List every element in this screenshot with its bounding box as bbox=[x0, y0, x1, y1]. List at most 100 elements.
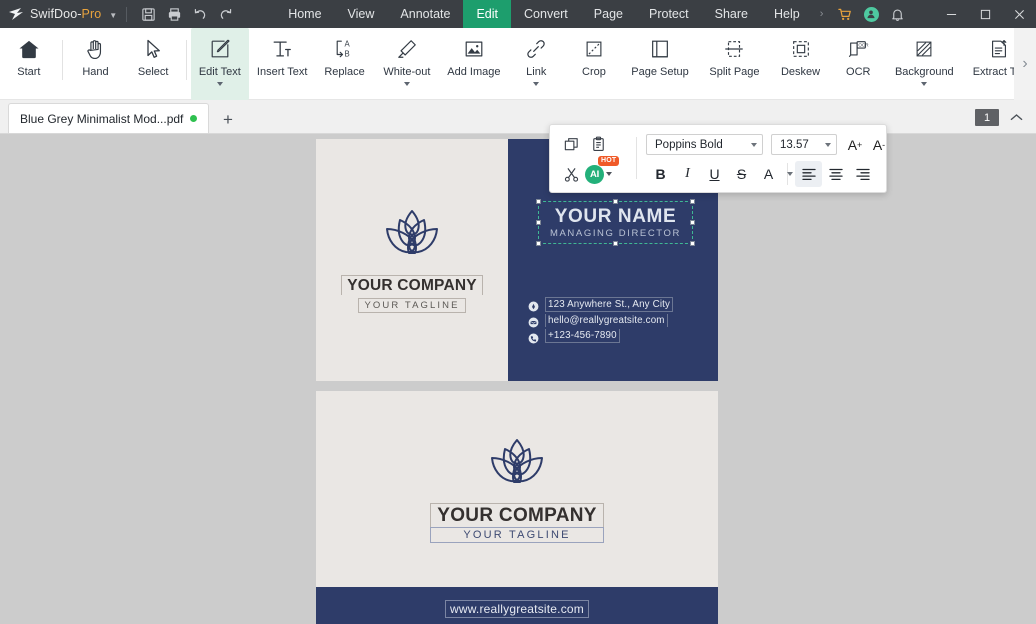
brand-dropdown-icon[interactable]: ▼ bbox=[109, 11, 117, 20]
ribbon-button-insert-text[interactable]: Insert Text bbox=[249, 28, 316, 100]
ribbon-button-hand[interactable]: Hand bbox=[67, 28, 125, 100]
business-card-back[interactable]: YOUR COMPANY YOUR TAGLINE www.reallygrea… bbox=[316, 391, 718, 624]
menu-item-view[interactable]: View bbox=[335, 0, 388, 28]
contact-address: 123 Anywhere St., Any City bbox=[545, 296, 674, 312]
page-number-indicator[interactable]: 1 bbox=[975, 109, 999, 126]
menu-item-protect[interactable]: Protect bbox=[636, 0, 702, 28]
document-tab[interactable]: Blue Grey Minimalist Mod...pdf bbox=[8, 103, 210, 133]
bold-button[interactable]: B bbox=[647, 161, 674, 187]
resize-handle-bottom-left[interactable] bbox=[536, 241, 541, 246]
align-right-button[interactable] bbox=[849, 161, 876, 187]
bell-icon[interactable] bbox=[884, 2, 910, 26]
chevron-down-icon[interactable] bbox=[606, 172, 612, 176]
new-tab-button[interactable]: + bbox=[218, 109, 238, 129]
crop-icon bbox=[583, 35, 605, 63]
resize-handle-top-center[interactable] bbox=[612, 199, 618, 204]
chevron-down-icon[interactable] bbox=[533, 82, 540, 86]
card-back-company-name[interactable]: YOUR COMPANY bbox=[430, 502, 604, 527]
card-back-footer: www.reallygreatsite.com bbox=[316, 587, 718, 624]
insert-text-icon bbox=[271, 35, 293, 63]
chevron-down-icon[interactable] bbox=[403, 82, 410, 86]
menu-item-home[interactable]: Home bbox=[275, 0, 334, 28]
lotus-logo-icon bbox=[386, 210, 438, 254]
card-back-tagline[interactable]: YOUR TAGLINE bbox=[430, 526, 604, 543]
strikethrough-label: S bbox=[736, 166, 747, 182]
resize-handle-middle-right[interactable] bbox=[690, 219, 695, 225]
contact-row[interactable]: +123-456-7890 bbox=[528, 328, 673, 344]
menu-item-help[interactable]: Help bbox=[761, 0, 813, 28]
menu-item-annotate[interactable]: Annotate bbox=[387, 0, 463, 28]
user-avatar-icon[interactable] bbox=[858, 2, 884, 26]
resize-handle-middle-left[interactable] bbox=[536, 219, 541, 225]
copy-button[interactable] bbox=[558, 132, 585, 158]
chevron-down-icon[interactable] bbox=[216, 82, 223, 86]
card-front-company-name[interactable]: YOUR COMPANY bbox=[341, 275, 483, 295]
document-tab-label: Blue Grey Minimalist Mod...pdf bbox=[20, 111, 184, 126]
align-center-button[interactable] bbox=[822, 161, 849, 187]
resize-handle-bottom-right[interactable] bbox=[690, 241, 695, 246]
ribbon-button-white-out[interactable]: White-out bbox=[373, 28, 440, 100]
maximize-button[interactable] bbox=[968, 0, 1002, 28]
save-icon[interactable] bbox=[135, 2, 161, 26]
font-family-select[interactable]: Poppins Bold bbox=[646, 134, 763, 155]
document-workspace[interactable]: YOUR COMPANY YOUR TAGLINE YOUR NAME MANA… bbox=[0, 134, 1036, 624]
underline-button[interactable]: U bbox=[701, 161, 728, 187]
ai-assistant-button[interactable]: AI HOT bbox=[585, 156, 620, 187]
ribbon-button-start[interactable]: Start bbox=[0, 28, 58, 100]
align-left-button[interactable] bbox=[795, 161, 822, 187]
ribbon-button-crop[interactable]: Crop bbox=[565, 28, 623, 100]
paste-button[interactable] bbox=[585, 132, 612, 158]
window-controls bbox=[934, 0, 1036, 28]
increase-font-size-button[interactable]: A + bbox=[844, 134, 866, 155]
close-button[interactable] bbox=[1002, 0, 1036, 28]
ribbon-button-background[interactable]: Background bbox=[887, 28, 961, 100]
font-size-select[interactable]: 13.57 bbox=[771, 134, 837, 155]
contact-row[interactable]: 123 Anywhere St., Any City bbox=[528, 296, 674, 312]
ribbon-button-replace[interactable]: A B Replace bbox=[316, 28, 374, 100]
cut-button[interactable] bbox=[558, 161, 585, 187]
ribbon-button-deskew[interactable]: Deskew bbox=[772, 28, 830, 100]
ribbon-button-select[interactable]: Select bbox=[124, 28, 182, 100]
ribbon-button-edit-text[interactable]: Edit Text bbox=[190, 28, 249, 100]
ribbon-button-split-page[interactable]: Split Page bbox=[697, 28, 771, 100]
menu-item-share[interactable]: Share bbox=[702, 0, 761, 28]
ribbon-divider bbox=[61, 40, 63, 80]
chevron-down-icon bbox=[751, 142, 757, 147]
ribbon-label: Page Setup bbox=[631, 66, 689, 78]
menu-overflow-icon[interactable]: › bbox=[813, 0, 831, 28]
cursor-icon bbox=[143, 35, 163, 63]
italic-button[interactable]: I bbox=[674, 161, 701, 187]
chevron-up-icon[interactable] bbox=[1007, 109, 1025, 126]
minimize-button[interactable] bbox=[934, 0, 968, 28]
ai-icon: AI bbox=[585, 164, 604, 184]
font-color-button[interactable]: A bbox=[755, 161, 782, 187]
page-setup-icon bbox=[649, 35, 671, 63]
chevron-down-icon[interactable] bbox=[921, 82, 928, 86]
ribbon-button-add-image[interactable]: Add Image bbox=[440, 28, 507, 100]
ribbon-button-ocr[interactable]: OCR OCR bbox=[829, 28, 887, 100]
print-icon[interactable] bbox=[161, 2, 187, 26]
ribbon-label: Select bbox=[137, 66, 169, 78]
card-front-left-panel: YOUR COMPANY YOUR TAGLINE bbox=[316, 139, 508, 381]
contact-row[interactable]: hello@reallygreatsite.com bbox=[528, 312, 673, 328]
redo-icon[interactable] bbox=[213, 2, 239, 26]
resize-handle-bottom-center[interactable] bbox=[612, 241, 618, 246]
menu-item-page[interactable]: Page bbox=[581, 0, 636, 28]
card-front-tagline[interactable]: YOUR TAGLINE bbox=[358, 298, 466, 313]
decrease-font-size-button[interactable]: A- bbox=[868, 134, 890, 155]
strikethrough-button[interactable]: S bbox=[728, 161, 755, 187]
cart-icon[interactable] bbox=[832, 2, 858, 26]
selected-text-box[interactable]: YOUR NAME MANAGING DIRECTOR bbox=[536, 199, 695, 246]
ribbon-button-page-setup[interactable]: Page Setup bbox=[623, 28, 697, 100]
card-back-website[interactable]: www.reallygreatsite.com bbox=[445, 600, 589, 618]
menu-item-convert[interactable]: Convert bbox=[511, 0, 581, 28]
ribbon-overflow-icon[interactable]: › bbox=[1014, 28, 1036, 100]
menu-item-edit[interactable]: Edit bbox=[463, 0, 512, 28]
ribbon-button-link[interactable]: Link bbox=[507, 28, 565, 100]
resize-handle-top-right[interactable] bbox=[690, 199, 695, 204]
app-title: SwifDoo-Pro bbox=[30, 7, 102, 21]
resize-handle-top-left[interactable] bbox=[536, 199, 541, 204]
decrease-font-label: A bbox=[872, 136, 883, 153]
undo-icon[interactable] bbox=[187, 2, 213, 26]
ribbon-label: Start bbox=[17, 66, 41, 78]
